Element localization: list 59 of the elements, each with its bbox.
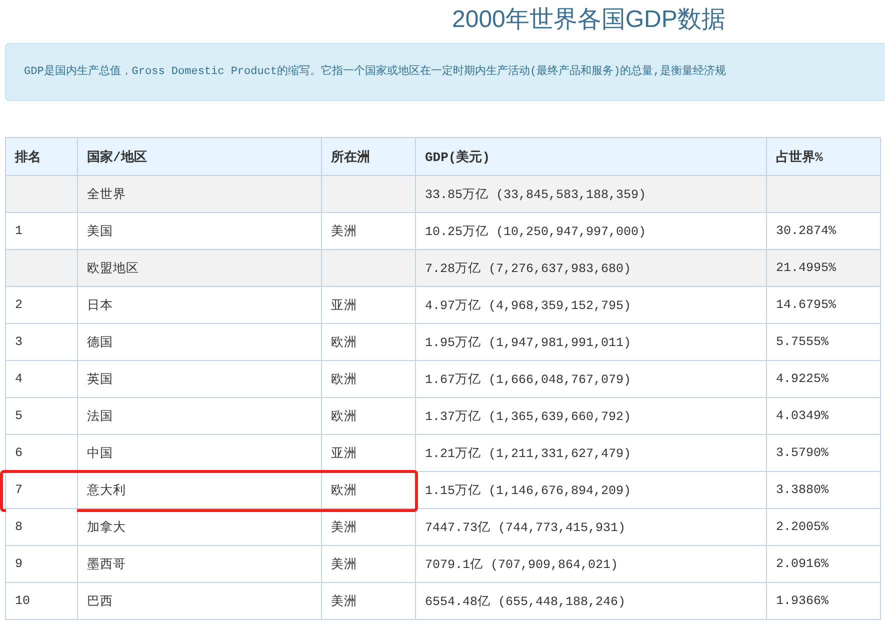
gdp-cell: 7.28万亿 (7,276,637,983,680) [416, 250, 766, 286]
continent-cell: 欧洲 [322, 398, 416, 434]
rank-cell: 5 [6, 398, 78, 434]
share-cell: 2.2005% [766, 508, 880, 546]
continent-header: 所在洲 [322, 138, 416, 176]
gdp-cell: 1.95万亿 (1,947,981,991,011) [416, 324, 766, 360]
rank-cell: 8 [6, 508, 78, 546]
share-cell: 21.4995% [766, 250, 880, 286]
rank-cell: 4 [6, 360, 78, 398]
info-box: GDP是国内生产总值，Gross Domestic Product的缩写。它指一个国家或地区在一定时期内生产活动(最终产品和服务)的总量,是衡量经济规 [5, 43, 885, 101]
rank-cell: 9 [6, 546, 78, 582]
share-cell: 5.7555% [766, 324, 880, 360]
continent-cell: 欧洲 [322, 324, 416, 360]
country-cell: 法国 [78, 398, 322, 434]
country-cell: 日本 [78, 286, 322, 324]
share-header: 占世界% [766, 138, 880, 176]
share-cell: 14.6795% [766, 286, 880, 324]
gdp-cell: 6554.48亿 (655,448,188,246) [416, 582, 766, 620]
continent-cell: 欧洲 [322, 360, 416, 398]
country-cell: 英国 [78, 360, 322, 398]
continent-cell: 美洲 [322, 582, 416, 620]
country-cell: 欧盟地区 [78, 250, 322, 286]
gdp-header: GDP(美元) [416, 138, 766, 176]
gdp-cell: 7079.1亿 (707,909,864,021) [416, 546, 766, 582]
continent-cell: 亚洲 [322, 434, 416, 472]
gdp-cell: 7447.73亿 (744,773,415,931) [416, 508, 766, 546]
share-cell: 4.0349% [766, 398, 880, 434]
country-cell: 巴西 [78, 582, 322, 620]
gdp-cell: 33.85万亿 (33,845,583,188,359) [416, 176, 766, 212]
country-cell: 意大利 [78, 472, 322, 508]
continent-cell: 欧洲 [322, 472, 416, 508]
gdp-cell: 4.97万亿 (4,968,359,152,795) [416, 286, 766, 324]
share-cell: 4.9225% [766, 360, 880, 398]
share-cell: 3.5790% [766, 434, 880, 472]
rank-cell: 10 [6, 582, 78, 620]
rank-header: 排名 [6, 138, 78, 176]
country-cell: 中国 [78, 434, 322, 472]
country-cell: 墨西哥 [78, 546, 322, 582]
country-cell: 美国 [78, 212, 322, 250]
continent-cell: 亚洲 [322, 286, 416, 324]
gdp-cell: 1.21万亿 (1,211,331,627,479) [416, 434, 766, 472]
page-title: 2000年世界各国GDP数据 [452, 5, 726, 35]
share-cell: 2.0916% [766, 546, 880, 582]
continent-cell: 美洲 [322, 212, 416, 250]
share-cell: 1.9366% [766, 582, 880, 620]
share-cell: 3.3880% [766, 472, 880, 508]
rank-cell: 6 [6, 434, 78, 472]
continent-cell: 美洲 [322, 546, 416, 582]
rank-cell: 2 [6, 286, 78, 324]
gdp-cell: 1.15万亿 (1,146,676,894,209) [416, 472, 766, 508]
rank-cell: 1 [6, 212, 78, 250]
gdp-cell: 1.37万亿 (1,365,639,660,792) [416, 398, 766, 434]
country-cell: 德国 [78, 324, 322, 360]
rank-cell: 3 [6, 324, 78, 360]
country-cell: 全世界 [78, 176, 322, 212]
share-cell: 30.2874% [766, 212, 880, 250]
gdp-cell: 1.67万亿 (1,666,048,767,079) [416, 360, 766, 398]
gdp-cell: 10.25万亿 (10,250,947,997,000) [416, 212, 766, 250]
country-header: 国家/地区 [78, 138, 322, 176]
